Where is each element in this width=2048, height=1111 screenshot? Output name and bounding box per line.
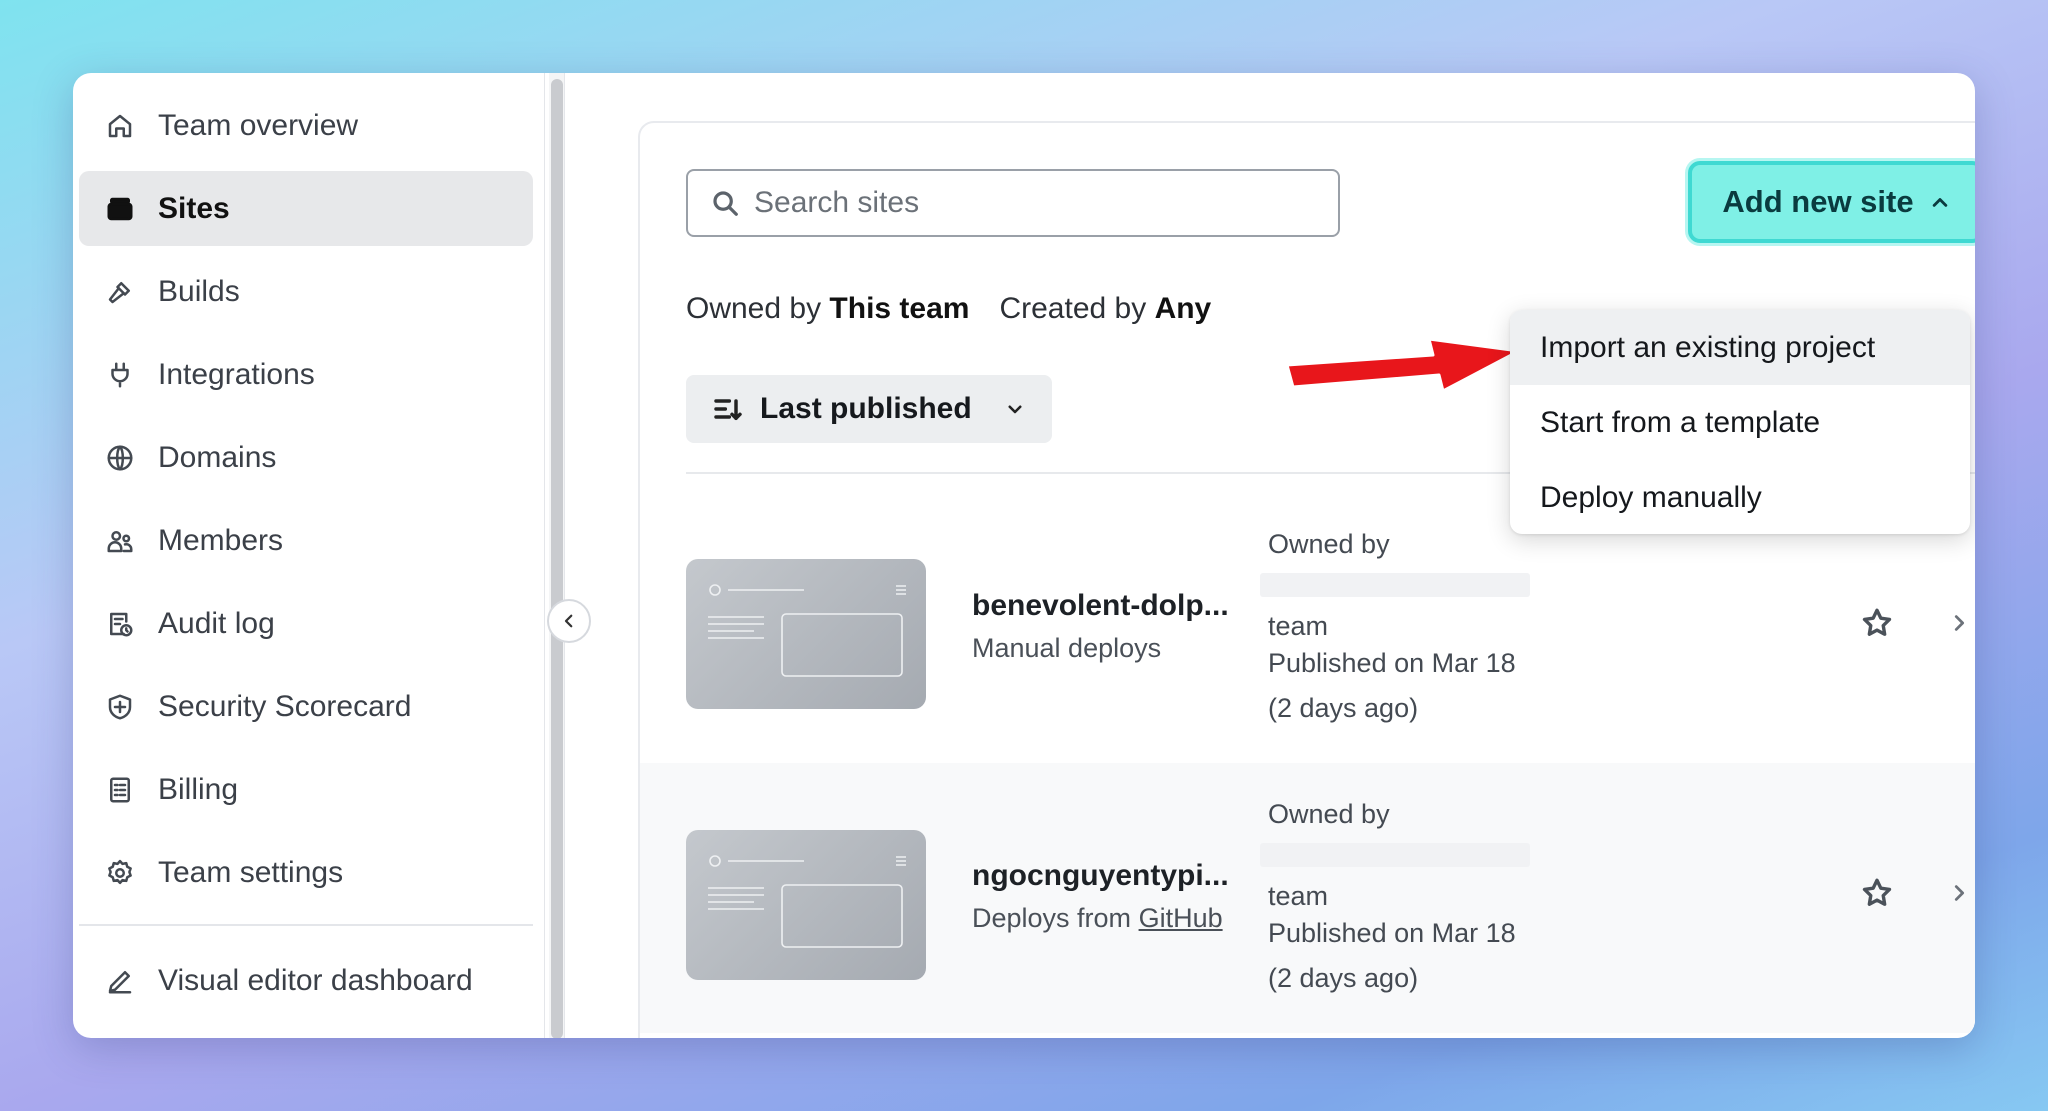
github-link[interactable]: GitHub	[1139, 903, 1223, 933]
chevron-right-icon	[1954, 615, 1965, 631]
published-date: Published on Mar 18 (2 days ago)	[1268, 911, 1516, 1001]
published-text: Published on Mar 18	[1268, 648, 1516, 678]
sidebar-item-sites[interactable]: Sites	[79, 171, 533, 246]
published-date: Published on Mar 18 (2 days ago)	[1268, 641, 1516, 731]
sites-card: Search sites Add new site Owned by This …	[638, 121, 1975, 1038]
sidebar-item-label: Visual editor dashboard	[158, 963, 473, 997]
gear-icon	[103, 856, 137, 890]
chevron-right-icon	[1954, 885, 1965, 901]
sidebar-item-label: Team overview	[158, 108, 359, 142]
sidebar-item-visual-editor-dashboard[interactable]: Visual editor dashboard	[79, 943, 533, 1018]
add-new-site-label: Add new site	[1722, 184, 1914, 219]
sort-icon	[714, 399, 742, 421]
pencil-icon	[103, 964, 137, 998]
sidebar-item-label: Builds	[158, 274, 240, 308]
owned-by-value: This team	[829, 292, 970, 325]
audit-icon	[103, 607, 137, 641]
favorite-star-button[interactable]	[1860, 876, 1894, 910]
sidebar-item-label: Integrations	[158, 357, 315, 391]
star-icon	[1862, 878, 1892, 906]
created-by-prefix: Created by	[999, 292, 1147, 325]
site-row[interactable]: ngocnguyentypi... Deploys from GitHub Ow…	[640, 763, 1975, 1033]
search-placeholder: Search sites	[754, 186, 920, 219]
chevron-up-icon	[1932, 198, 1947, 207]
owned-by-filter[interactable]: Owned by This team	[686, 292, 969, 326]
sidebar-item-billing[interactable]: Billing	[79, 752, 533, 827]
owned-by-label: Owned by	[1268, 799, 1390, 829]
owner-redacted	[1260, 573, 1530, 597]
owner-team: team	[1268, 611, 1329, 641]
sidebar: Team overview Sites Builds Integrations …	[73, 73, 545, 1038]
site-thumbnail	[686, 830, 926, 980]
collapse-sidebar-button[interactable]	[547, 599, 591, 643]
add-site-dropdown-menu: Import an existing project Start from a …	[1510, 310, 1970, 534]
owner-team: team	[1268, 881, 1329, 911]
annotation-arrow-icon	[1285, 337, 1521, 393]
sidebar-item-label: Security Scorecard	[158, 689, 412, 723]
published-text: Published on Mar 18	[1268, 918, 1516, 948]
filter-bar: Owned by This team Created by Any	[686, 287, 1241, 331]
menu-item-start-from-template[interactable]: Start from a template	[1510, 385, 1970, 460]
site-deploy-info: Deploys from GitHub	[972, 903, 1223, 934]
site-deploy-info: Manual deploys	[972, 633, 1161, 664]
owned-by-prefix: Owned by	[686, 292, 822, 325]
deploy-text: Manual deploys	[972, 633, 1162, 663]
sidebar-item-integrations[interactable]: Integrations	[79, 337, 533, 412]
sidebar-scrollbar[interactable]	[551, 79, 563, 1038]
sidebar-item-domains[interactable]: Domains	[79, 420, 533, 495]
app-window: Team overview Sites Builds Integrations …	[73, 73, 1975, 1038]
sidebar-item-security-scorecard[interactable]: Security Scorecard	[79, 669, 533, 744]
chevron-left-icon	[564, 614, 573, 628]
deploy-text: Deploys from	[972, 903, 1139, 933]
menu-item-import-existing-project[interactable]: Import an existing project	[1510, 310, 1970, 385]
receipt-icon	[103, 773, 137, 807]
sort-label: Last published	[760, 392, 972, 425]
search-input[interactable]: Search sites	[686, 169, 1340, 237]
open-site-chevron[interactable]	[1948, 612, 1970, 634]
plug-icon	[103, 358, 137, 392]
created-by-filter[interactable]: Created by Any	[999, 292, 1211, 326]
site-name[interactable]: benevolent-dolp...	[972, 589, 1229, 623]
sidebar-item-label: Members	[158, 523, 284, 557]
members-icon	[103, 524, 137, 558]
sidebar-item-team-settings[interactable]: Team settings	[79, 835, 533, 910]
sidebar-divider	[79, 924, 533, 926]
owner-redacted	[1260, 843, 1530, 867]
hammer-icon	[103, 275, 137, 309]
chevron-down-icon	[1008, 405, 1022, 414]
sidebar-item-team-overview[interactable]: Team overview	[79, 88, 533, 163]
favorite-star-button[interactable]	[1860, 606, 1894, 640]
sidebar-item-label: Audit log	[158, 606, 275, 640]
sort-dropdown[interactable]: Last published	[686, 375, 1052, 443]
add-new-site-button[interactable]: Add new site	[1688, 161, 1975, 243]
sidebar-item-label: Sites	[158, 191, 230, 225]
sidebar-item-audit-log[interactable]: Audit log	[79, 586, 533, 661]
sidebar-item-label: Team settings	[158, 855, 344, 889]
sidebar-item-members[interactable]: Members	[79, 503, 533, 578]
sidebar-item-label: Billing	[158, 772, 239, 806]
star-icon	[1862, 608, 1892, 636]
shield-icon	[103, 690, 137, 724]
site-thumbnail	[686, 559, 926, 709]
menu-item-deploy-manually[interactable]: Deploy manually	[1510, 460, 1970, 534]
created-by-value: Any	[1154, 292, 1212, 325]
globe-icon	[103, 441, 137, 475]
sidebar-item-label: Domains	[158, 440, 277, 474]
published-relative: (2 days ago)	[1268, 963, 1419, 993]
search-icon	[713, 191, 738, 216]
home-icon	[103, 109, 137, 143]
published-relative: (2 days ago)	[1268, 693, 1419, 723]
site-name[interactable]: ngocnguyentypi...	[972, 859, 1229, 893]
stack-icon	[103, 192, 137, 226]
open-site-chevron[interactable]	[1948, 882, 1970, 904]
owned-by-label: Owned by	[1268, 529, 1390, 559]
sidebar-item-builds[interactable]: Builds	[79, 254, 533, 329]
